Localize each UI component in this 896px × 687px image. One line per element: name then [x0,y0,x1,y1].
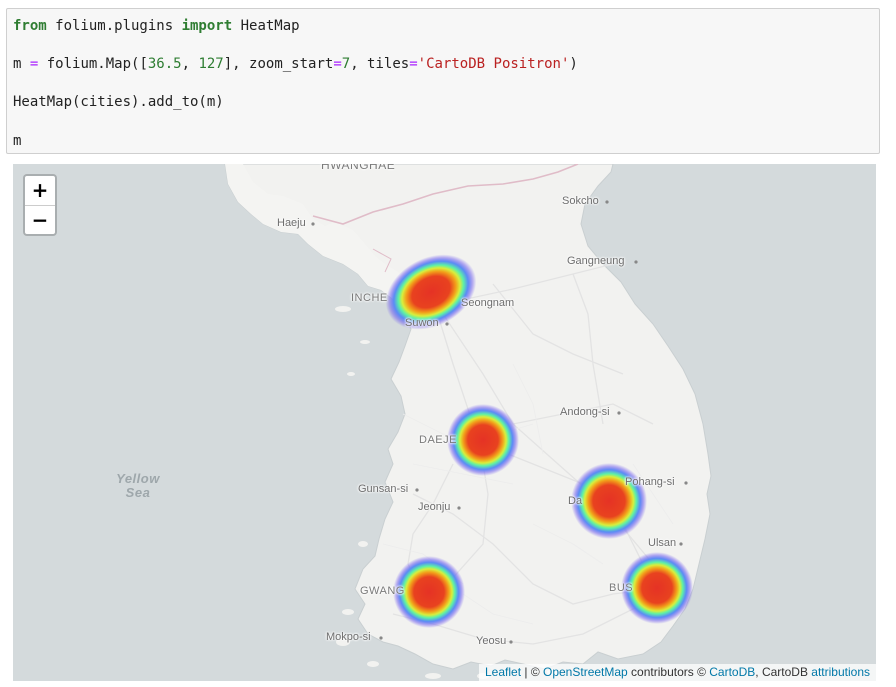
place-seongnam: Seongnam [461,297,515,309]
code-line-m: m [13,133,22,149]
code-token: ], zoom_start [223,56,334,72]
code-cell[interactable]: from folium.plugins import HeatMap m = f… [6,8,880,154]
keyword-import: import [181,18,233,34]
code-token: , tiles [350,56,410,72]
place-incheon: INCHE [351,292,388,304]
place-haeju: Haeju [277,217,306,229]
map-output[interactable]: + − HWANGHAE Haeju Sokcho Gangneung INCH… [13,164,876,681]
place-daejeon: DAEJE [419,434,457,446]
code-line-map: m = folium.Map([36.5, 127], zoom_start=7… [13,55,578,73]
place-busan: BUS [609,582,634,594]
code-token: ) [569,56,578,72]
code-token: m [13,56,30,72]
code-line-import: from folium.plugins import HeatMap [13,17,300,35]
place-suwon: Suwon [405,317,439,329]
place-sokcho: Sokcho [562,195,599,207]
map-tiles [13,164,876,681]
code-token: 127 [198,56,224,72]
code-token: 'CartoDB Positron' [417,56,570,72]
sea-label-line1: Yellow [116,471,160,486]
code-token: folium.Map([ [38,56,148,72]
code-token: 7 [341,56,351,72]
attributions-link[interactable]: attributions [811,665,870,679]
place-gangneung: Gangneung [567,255,625,267]
code-line-heatmap: HeatMap(cities).add_to(m) [13,94,224,110]
code-token: , [181,56,199,72]
place-ulsan: Ulsan [648,537,677,549]
keyword-from: from [13,18,47,34]
attribution-text: contributors © [627,665,710,679]
place-daegu: Da [568,495,583,507]
leaflet-link[interactable]: Leaflet [485,665,521,679]
heat-spot-daejeon [447,404,519,476]
import-name: HeatMap [232,18,300,34]
place-jeonju: Jeonju [418,501,451,513]
place-hwanghae: HWANGHAE [321,164,396,172]
module-name: folium.plugins [46,18,182,34]
zoom-in-button[interactable]: + [25,176,55,206]
map-attribution: Leaflet | © OpenStreetMap contributors ©… [479,664,876,681]
heat-spot-daegu [571,463,647,539]
attribution-text: , CartoDB [755,665,812,679]
code-token: = [333,56,342,72]
osm-link[interactable]: OpenStreetMap [543,665,628,679]
place-pohang: Pohang-si [625,476,675,488]
place-andong: Andong-si [560,406,610,418]
place-yeosu: Yeosu [476,635,507,647]
zoom-control: + − [23,174,57,236]
code-token: 36.5 [147,56,182,72]
sea-label-line2: Sea [125,485,151,500]
place-mokpo: Mokpo-si [326,631,371,643]
sea-label-yellow: Yellow Sea [105,472,171,500]
attribution-text: | © [521,665,543,679]
place-gwangju: GWANG [360,585,405,597]
place-gunsan: Gunsan-si [358,483,409,495]
cartodb-link[interactable]: CartoDB [709,665,755,679]
zoom-out-button[interactable]: − [25,206,55,234]
code-token: = [409,56,418,72]
